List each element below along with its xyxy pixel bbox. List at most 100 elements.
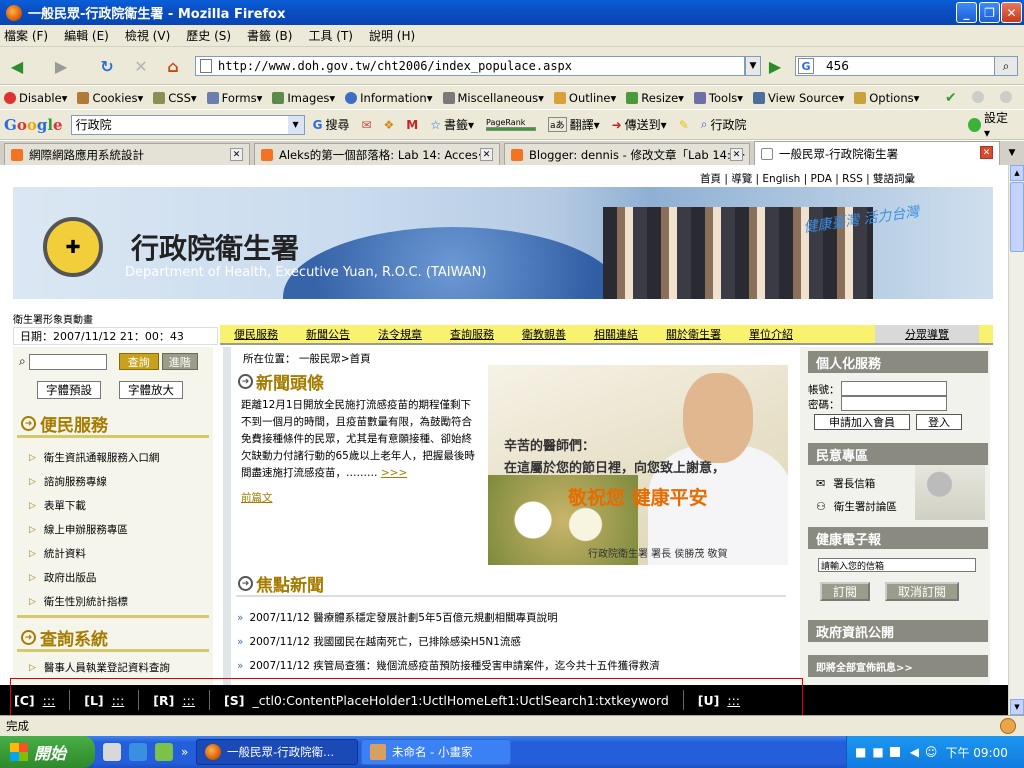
taskbar-paint[interactable]: 未命名 - 小畫家 [361,739,511,765]
list-item[interactable]: ▷ 表單下載 [29,498,86,513]
reload-icon[interactable]: ↻ [94,53,120,79]
minimize-button[interactable]: _ [956,2,977,23]
send-to-button[interactable]: ➜ 傳送到▾ [612,116,667,133]
nav-regulations[interactable]: 法令規章 [378,326,422,342]
scroll-thumb[interactable] [1010,182,1024,252]
previous-article-link[interactable]: 前篇文 [241,490,273,505]
vertical-scrollbar[interactable]: ▲ ▼ [1008,165,1024,715]
unsubscribe-button[interactable]: 取消訂閱 [885,582,959,601]
google-search-engine-icon[interactable]: G [798,58,814,74]
ime-mode-icon[interactable]: ■ [872,745,883,759]
font-large-button[interactable]: 字體放大 [119,381,183,399]
translate-button[interactable]: aあ 翻譯▾ [548,116,600,133]
list-item[interactable]: ▷ 衛生資訊通報服務入口網 [29,450,159,465]
tab-list-icon[interactable]: ▼ [1004,145,1020,161]
menu-tools[interactable]: 工具 (T) [308,27,353,44]
nav-audience[interactable]: 分眾導覽 [875,325,979,343]
settings-button[interactable]: 設定▾ [968,109,1012,140]
tab-2[interactable]: Aleks的第一個部落格: Lab 14: Acces··· ✕ [254,143,500,165]
epaper-email-input[interactable]: 請輸入您的信箱 [818,558,976,572]
tab-close-icon[interactable]: ✕ [480,148,493,161]
promo-link[interactable]: 即將全部宣佈訊息>> [808,655,988,677]
google-search-input[interactable]: 行政院 ▼ [70,114,305,135]
dev-outline[interactable]: Outline▾ [553,91,616,105]
password-input[interactable] [841,396,947,411]
list-item[interactable]: ▷ 統計資料 [29,546,86,561]
tab-1[interactable]: 網際網路應用系統設計 ✕ [4,143,250,165]
list-item[interactable]: ▷ 政府出版品 [29,570,96,585]
nav-units[interactable]: 單位介紹 [749,326,793,342]
menu-file[interactable]: 檔案 (F) [4,27,48,44]
nav-about[interactable]: 關於衛生署 [666,326,721,342]
menu-bookmarks[interactable]: 書籤 (B) [247,27,292,44]
menu-history[interactable]: 歷史 (S) [186,27,231,44]
nav-query[interactable]: 查詢服務 [450,326,494,342]
dev-forms[interactable]: Forms▾ [206,91,262,105]
dev-resize[interactable]: Resize▾ [626,91,684,105]
list-item[interactable]: ▷ 諮詢服務專線 [29,474,107,489]
account-input[interactable] [841,381,947,396]
director-mailbox-link[interactable]: ✉ 署長信箱 [816,476,875,491]
puzzle-icon[interactable]: ❖ [384,118,395,132]
news-item[interactable]: » 2007/11/12 疾管局查獲：幾個流感疫苗預防接種受害申請案件，迄今共十五… [237,658,660,673]
gmail-icon[interactable]: M [406,118,418,132]
ie-icon[interactable] [129,743,147,761]
dev-tools[interactable]: Tools▾ [693,91,743,105]
menu-view[interactable]: 檢視 (V) [125,27,170,44]
search-input[interactable]: G 456 [795,56,995,76]
doctors-day-image[interactable]: 辛苦的醫師們： 在這屬於您的節日裡，向您致上謝意， 敬祝您 健康平安 行政院衛生… [488,365,788,565]
list-item[interactable]: ▷ 衛生性別統計指標 [29,594,128,609]
animation-link[interactable]: 衛生署形象頁動畫 [13,311,93,326]
news-item[interactable]: » 2007/11/12 我國國民在越南死亡，已排除感染H5N1流感 [237,634,521,649]
tab-close-icon[interactable]: ✕ [230,148,243,161]
tab-4-active[interactable]: 一般民眾-行政院衛生署 ✕ [754,141,1000,165]
google-search-button[interactable]: G 搜尋 [313,116,350,133]
keyboard-icon[interactable] [889,747,900,757]
scroll-down-icon[interactable]: ▼ [1010,699,1024,715]
site-search-input[interactable] [28,353,107,370]
dev-view-source[interactable]: View Source▾ [753,91,844,105]
nav-links[interactable]: 相關連結 [594,326,638,342]
smiley-icon[interactable] [1000,718,1016,734]
font-default-button[interactable]: 字體預設 [37,381,101,399]
site-top-links[interactable]: 首頁 | 導覽 | English | PDA | RSS | 雙語詞彙 [700,171,915,186]
taskbar-firefox[interactable]: 一般民眾-行政院衛... [196,739,358,765]
back-icon[interactable]: ◀ [4,53,30,79]
nav-services[interactable]: 便民服務 [234,326,278,342]
nav-education[interactable]: 衛教親善 [522,326,566,342]
list-item[interactable]: ▷ 醫事人員執業登記資料查詢 [29,660,170,675]
show-desktop-icon[interactable] [103,743,121,761]
tab-3[interactable]: Blogger: dennis - 修改文章「Lab 14: ··· ✕ [504,143,750,165]
dev-miscellaneous[interactable]: Miscellaneous▾ [442,91,544,105]
forward-icon[interactable]: ▶ [48,53,74,79]
url-bar[interactable]: http://www.doh.gov.tw/cht2006/index_popu… [195,56,745,76]
start-button[interactable]: 開始 [0,736,95,768]
nav-news[interactable]: 新聞公告 [306,326,350,342]
stop-icon[interactable]: ✕ [128,53,154,79]
news-icon[interactable]: ✉ [361,118,371,132]
dev-css[interactable]: CSS▾ [153,91,197,105]
list-item[interactable]: ▷ 線上申辦服務專區 [29,522,128,537]
dev-images[interactable]: Images▾ [272,91,335,105]
forum-link[interactable]: ⚇ 衛生署討論區 [816,499,897,514]
dev-disable[interactable]: Disable▾ [4,91,67,105]
site-search-button[interactable]: 查詢 [118,353,159,370]
gov-info-title[interactable]: 政府資訊公開 [808,620,988,642]
check-icon[interactable]: ✔ [945,90,957,106]
tab-close-icon[interactable]: ✕ [980,146,993,159]
scroll-up-icon[interactable]: ▲ [1010,165,1024,181]
menu-help[interactable]: 說明 (H) [369,27,415,44]
subscribe-button[interactable]: 訂閱 [820,582,870,601]
dev-cookies[interactable]: Cookies▾ [77,91,143,105]
quicklaunch-more-icon[interactable]: » [181,745,188,759]
login-button[interactable]: 登入 [916,414,962,430]
dev-options[interactable]: Options▾ [854,91,919,105]
bookmark-star-icon[interactable]: ☆ 書籤▾ [430,116,474,133]
advanced-search-button[interactable]: 進階 [161,353,198,370]
user-icon[interactable]: ☺ [925,745,938,759]
news-more-link[interactable]: >>> [381,467,407,479]
close-button[interactable]: ✕ [1001,2,1022,23]
dev-information[interactable]: Information▾ [345,91,433,105]
news-item[interactable]: » 2007/11/12 醫療體系穩定發展計劃5年5百億元規劃相關專頁說明 [237,610,558,625]
tab-close-icon[interactable]: ✕ [730,148,743,161]
